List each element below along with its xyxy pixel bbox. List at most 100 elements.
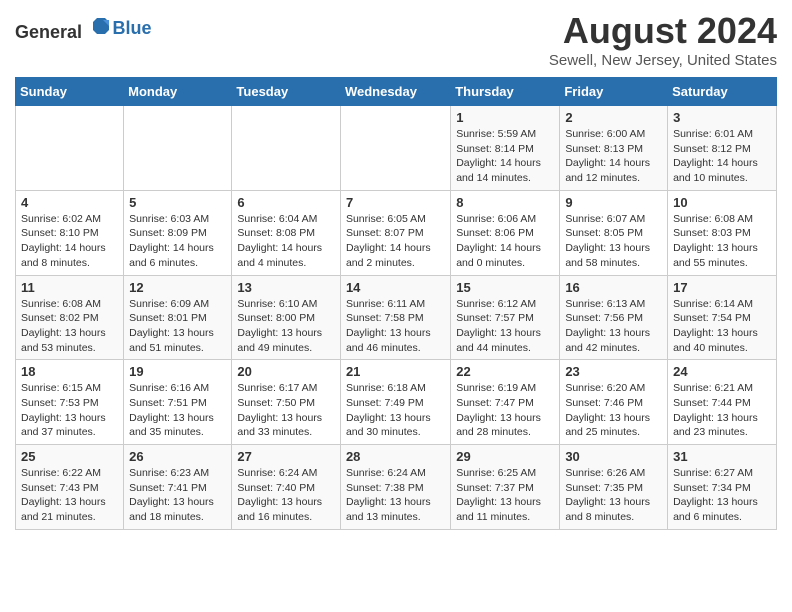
day-info: Sunrise: 6:01 AMSunset: 8:12 PMDaylight:… (673, 127, 771, 186)
day-info: Sunrise: 6:20 AMSunset: 7:46 PMDaylight:… (565, 381, 662, 440)
logo: General Blue (15, 14, 152, 43)
day-number: 13 (237, 280, 335, 295)
day-info: Sunrise: 6:11 AMSunset: 7:58 PMDaylight:… (346, 297, 445, 356)
day-number: 23 (565, 364, 662, 379)
day-info: Sunrise: 6:05 AMSunset: 8:07 PMDaylight:… (346, 212, 445, 271)
day-info: Sunrise: 6:24 AMSunset: 7:40 PMDaylight:… (237, 466, 335, 525)
calendar-cell: 14 Sunrise: 6:11 AMSunset: 7:58 PMDayligh… (340, 275, 450, 360)
calendar-cell: 11 Sunrise: 6:08 AMSunset: 8:02 PMDayligh… (16, 275, 124, 360)
header: General Blue August 2024 Sewell, New Jer… (15, 10, 777, 69)
day-number: 2 (565, 110, 662, 125)
day-info: Sunrise: 6:00 AMSunset: 8:13 PMDaylight:… (565, 127, 662, 186)
calendar-cell: 6Sunrise: 6:04 AMSunset: 8:08 PMDaylight… (232, 190, 341, 275)
month-title: August 2024 (549, 10, 777, 52)
day-info: Sunrise: 6:17 AMSunset: 7:50 PMDaylight:… (237, 381, 335, 440)
day-info: Sunrise: 6:19 AMSunset: 7:47 PMDaylight:… (456, 381, 554, 440)
calendar-cell: 23 Sunrise: 6:20 AMSunset: 7:46 PMDayligh… (560, 360, 668, 445)
day-info: Sunrise: 6:21 AMSunset: 7:44 PMDaylight:… (673, 381, 771, 440)
calendar-cell: 17Sunrise: 6:14 AMSunset: 7:54 PMDayligh… (668, 275, 777, 360)
day-number: 15 (456, 280, 554, 295)
day-info: Sunrise: 6:23 AMSunset: 7:41 PMDaylight:… (129, 466, 226, 525)
calendar-cell: 9Sunrise: 6:07 AMSunset: 8:05 PMDaylight… (560, 190, 668, 275)
day-number: 1 (456, 110, 554, 125)
day-info: Sunrise: 6:24 AMSunset: 7:38 PMDaylight:… (346, 466, 445, 525)
day-number: 29 (456, 449, 554, 464)
calendar-cell (340, 106, 450, 191)
day-info: Sunrise: 6:27 AMSunset: 7:34 PMDaylight:… (673, 466, 771, 525)
day-number: 8 (456, 195, 554, 210)
day-info: Sunrise: 5:59 AMSunset: 8:14 PMDaylight:… (456, 127, 554, 186)
day-info: Sunrise: 6:22 AMSunset: 7:43 PMDaylight:… (21, 466, 118, 525)
calendar-cell (16, 106, 124, 191)
day-info: Sunrise: 6:16 AMSunset: 7:51 PMDaylight:… (129, 381, 226, 440)
week-row-2: 4 Sunrise: 6:02 AMSunset: 8:10 PMDaylight… (16, 190, 777, 275)
logo-general-text: General (15, 22, 82, 42)
day-number: 11 (21, 280, 118, 295)
day-info: Sunrise: 6:10 AMSunset: 8:00 PMDaylight:… (237, 297, 335, 356)
day-number: 26 (129, 449, 226, 464)
calendar-cell: 4 Sunrise: 6:02 AMSunset: 8:10 PMDaylight… (16, 190, 124, 275)
day-number: 22 (456, 364, 554, 379)
day-number: 24 (673, 364, 771, 379)
calendar-cell: 24 Sunrise: 6:21 AMSunset: 7:44 PMDayligh… (668, 360, 777, 445)
logo-icon (89, 14, 113, 38)
day-number: 20 (237, 364, 335, 379)
calendar-cell: 30 Sunrise: 6:26 AMSunset: 7:35 PMDayligh… (560, 445, 668, 530)
calendar-cell: 1 Sunrise: 5:59 AMSunset: 8:14 PMDaylight… (451, 106, 560, 191)
day-info: Sunrise: 6:03 AMSunset: 8:09 PMDaylight:… (129, 212, 226, 271)
calendar-cell: 20 Sunrise: 6:17 AMSunset: 7:50 PMDayligh… (232, 360, 341, 445)
day-number: 17 (673, 280, 771, 295)
weekday-header-monday: Monday (124, 78, 232, 106)
day-number: 5 (129, 195, 226, 210)
day-info: Sunrise: 6:12 AMSunset: 7:57 PMDaylight:… (456, 297, 554, 356)
day-info: Sunrise: 6:07 AMSunset: 8:05 PMDaylight:… (565, 212, 662, 271)
calendar-cell: 12 Sunrise: 6:09 AMSunset: 8:01 PMDayligh… (124, 275, 232, 360)
day-number: 27 (237, 449, 335, 464)
day-number: 19 (129, 364, 226, 379)
weekday-header-row: SundayMondayTuesdayWednesdayThursdayFrid… (16, 78, 777, 106)
day-number: 18 (21, 364, 118, 379)
logo-blue-text: Blue (113, 18, 152, 38)
calendar-cell: 26 Sunrise: 6:23 AMSunset: 7:41 PMDayligh… (124, 445, 232, 530)
day-number: 28 (346, 449, 445, 464)
weekday-header-tuesday: Tuesday (232, 78, 341, 106)
title-area: August 2024 Sewell, New Jersey, United S… (549, 10, 777, 69)
day-number: 7 (346, 195, 445, 210)
weekday-header-saturday: Saturday (668, 78, 777, 106)
week-row-3: 11 Sunrise: 6:08 AMSunset: 8:02 PMDayligh… (16, 275, 777, 360)
calendar-cell: 25Sunrise: 6:22 AMSunset: 7:43 PMDayligh… (16, 445, 124, 530)
day-info: Sunrise: 6:08 AMSunset: 8:02 PMDaylight:… (21, 297, 118, 356)
location-title: Sewell, New Jersey, United States (549, 52, 777, 69)
day-number: 30 (565, 449, 662, 464)
calendar-cell: 22 Sunrise: 6:19 AMSunset: 7:47 PMDayligh… (451, 360, 560, 445)
day-info: Sunrise: 6:18 AMSunset: 7:49 PMDaylight:… (346, 381, 445, 440)
calendar-cell: 15 Sunrise: 6:12 AMSunset: 7:57 PMDayligh… (451, 275, 560, 360)
calendar-cell: 28 Sunrise: 6:24 AMSunset: 7:38 PMDayligh… (340, 445, 450, 530)
day-number: 10 (673, 195, 771, 210)
day-number: 12 (129, 280, 226, 295)
calendar-cell: 8Sunrise: 6:06 AMSunset: 8:06 PMDaylight… (451, 190, 560, 275)
day-info: Sunrise: 6:26 AMSunset: 7:35 PMDaylight:… (565, 466, 662, 525)
calendar-cell: 13 Sunrise: 6:10 AMSunset: 8:00 PMDayligh… (232, 275, 341, 360)
calendar-cell: 29Sunrise: 6:25 AMSunset: 7:37 PMDayligh… (451, 445, 560, 530)
day-number: 21 (346, 364, 445, 379)
calendar-cell: 7 Sunrise: 6:05 AMSunset: 8:07 PMDaylight… (340, 190, 450, 275)
calendar-cell: 31Sunrise: 6:27 AMSunset: 7:34 PMDayligh… (668, 445, 777, 530)
day-info: Sunrise: 6:13 AMSunset: 7:56 PMDaylight:… (565, 297, 662, 356)
day-number: 6 (237, 195, 335, 210)
calendar-cell: 3Sunrise: 6:01 AMSunset: 8:12 PMDaylight… (668, 106, 777, 191)
calendar-cell (232, 106, 341, 191)
day-info: Sunrise: 6:02 AMSunset: 8:10 PMDaylight:… (21, 212, 118, 271)
day-info: Sunrise: 6:08 AMSunset: 8:03 PMDaylight:… (673, 212, 771, 271)
calendar-cell: 5 Sunrise: 6:03 AMSunset: 8:09 PMDaylight… (124, 190, 232, 275)
day-number: 4 (21, 195, 118, 210)
calendar-cell: 18Sunrise: 6:15 AMSunset: 7:53 PMDayligh… (16, 360, 124, 445)
day-number: 14 (346, 280, 445, 295)
weekday-header-sunday: Sunday (16, 78, 124, 106)
calendar-cell: 10 Sunrise: 6:08 AMSunset: 8:03 PMDayligh… (668, 190, 777, 275)
calendar-cell: 2 Sunrise: 6:00 AMSunset: 8:13 PMDaylight… (560, 106, 668, 191)
weekday-header-wednesday: Wednesday (340, 78, 450, 106)
calendar-cell: 19 Sunrise: 6:16 AMSunset: 7:51 PMDayligh… (124, 360, 232, 445)
calendar-cell: 21 Sunrise: 6:18 AMSunset: 7:49 PMDayligh… (340, 360, 450, 445)
day-info: Sunrise: 6:09 AMSunset: 8:01 PMDaylight:… (129, 297, 226, 356)
